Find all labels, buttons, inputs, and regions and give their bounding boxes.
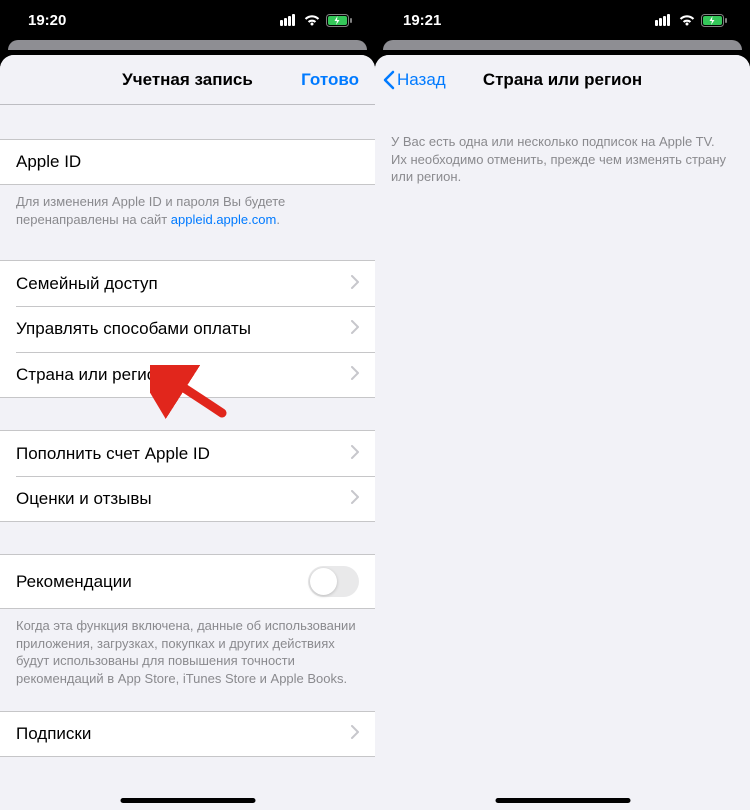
row-label: Семейный доступ <box>16 274 158 294</box>
status-icons <box>280 14 353 27</box>
row-apple-id[interactable]: Apple ID <box>0 139 375 185</box>
row-manage-payments[interactable]: Управлять способами оплаты <box>0 306 375 352</box>
account-sheet: Учетная запись Готово Apple ID Для измен… <box>0 55 375 810</box>
status-time: 19:21 <box>403 12 441 29</box>
status-bar: 19:21 <box>375 0 750 40</box>
chevron-left-icon <box>383 70 395 90</box>
chevron-right-icon <box>351 489 359 509</box>
wifi-icon <box>304 14 320 26</box>
home-indicator[interactable] <box>495 798 630 803</box>
row-label: Управлять способами оплаты <box>16 319 251 339</box>
row-family-sharing[interactable]: Семейный доступ <box>0 260 375 306</box>
recommendations-toggle[interactable] <box>308 566 359 597</box>
chevron-right-icon <box>351 444 359 464</box>
background-sheet-indicator <box>383 40 742 50</box>
battery-icon <box>326 14 353 27</box>
recommendations-footer: Когда эта функция включена, данные об ис… <box>0 609 375 687</box>
nav-bar: Учетная запись Готово <box>0 55 375 105</box>
row-recommendations: Рекомендации <box>0 554 375 609</box>
nav-title: Учетная запись <box>122 70 253 90</box>
settings-list[interactable]: Apple ID Для изменения Apple ID и пароля… <box>0 105 375 810</box>
apple-id-footer: Для изменения Apple ID и пароля Вы будет… <box>0 185 375 228</box>
screenshot-country-region: 19:21 Назад Страна или регион У Вас есть… <box>375 0 750 810</box>
row-label: Apple ID <box>16 152 81 172</box>
chevron-right-icon <box>351 724 359 744</box>
status-icons <box>655 14 728 27</box>
home-indicator[interactable] <box>120 798 255 803</box>
row-subscriptions[interactable]: Подписки <box>0 711 375 757</box>
row-label: Пополнить счет Apple ID <box>16 444 210 464</box>
row-label: Страна или регион <box>16 365 166 385</box>
chevron-right-icon <box>351 274 359 294</box>
row-ratings-reviews[interactable]: Оценки и отзывы <box>0 476 375 522</box>
done-button[interactable]: Готово <box>301 70 359 90</box>
dual-sim-icon <box>655 14 673 26</box>
subscription-warning: У Вас есть одна или несколько подписок н… <box>375 105 750 214</box>
status-bar: 19:20 <box>0 0 375 40</box>
row-country-region[interactable]: Страна или регион <box>0 352 375 398</box>
row-label: Подписки <box>16 724 91 744</box>
battery-icon <box>701 14 728 27</box>
row-add-funds[interactable]: Пополнить счет Apple ID <box>0 430 375 476</box>
row-label: Рекомендации <box>16 572 132 592</box>
back-label: Назад <box>397 70 446 90</box>
chevron-right-icon <box>351 365 359 385</box>
nav-bar: Назад Страна или регион <box>375 55 750 105</box>
screenshot-account: 19:20 Учетная запись Готово Apple ID <box>0 0 375 810</box>
dual-sim-icon <box>280 14 298 26</box>
chevron-right-icon <box>351 319 359 339</box>
nav-title: Страна или регион <box>483 70 642 90</box>
back-button[interactable]: Назад <box>383 70 446 90</box>
row-label: Оценки и отзывы <box>16 489 152 509</box>
status-time: 19:20 <box>28 12 66 29</box>
background-sheet-indicator <box>8 40 367 50</box>
wifi-icon <box>679 14 695 26</box>
content: У Вас есть одна или несколько подписок н… <box>375 105 750 810</box>
country-region-sheet: Назад Страна или регион У Вас есть одна … <box>375 55 750 810</box>
apple-id-link[interactable]: appleid.apple.com <box>171 212 277 227</box>
